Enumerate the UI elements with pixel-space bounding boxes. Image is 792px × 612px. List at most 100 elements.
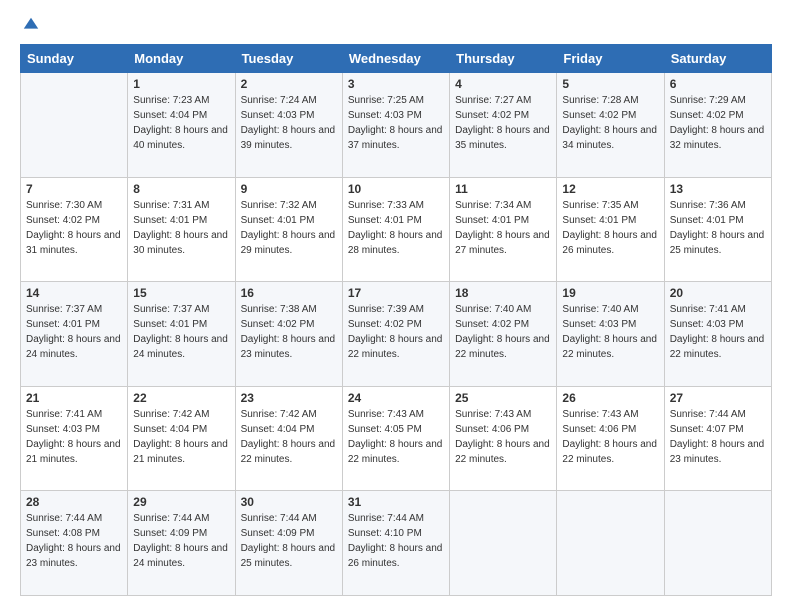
day-info: Sunrise: 7:38 AMSunset: 4:02 PMDaylight:… [241, 302, 337, 362]
day-info: Sunrise: 7:28 AMSunset: 4:02 PMDaylight:… [562, 93, 658, 153]
day-number: 26 [562, 391, 658, 405]
header [20, 16, 772, 34]
calendar-cell: 19 Sunrise: 7:40 AMSunset: 4:03 PMDayligh… [557, 282, 664, 387]
day-number: 23 [241, 391, 337, 405]
day-info: Sunrise: 7:32 AMSunset: 4:01 PMDaylight:… [241, 198, 337, 258]
day-number: 3 [348, 77, 444, 91]
day-number: 25 [455, 391, 551, 405]
day-info: Sunrise: 7:34 AMSunset: 4:01 PMDaylight:… [455, 198, 551, 258]
calendar-cell: 23 Sunrise: 7:42 AMSunset: 4:04 PMDayligh… [235, 386, 342, 491]
calendar-cell: 6 Sunrise: 7:29 AMSunset: 4:02 PMDaylight… [664, 73, 771, 178]
day-number: 30 [241, 495, 337, 509]
day-info: Sunrise: 7:37 AMSunset: 4:01 PMDaylight:… [133, 302, 229, 362]
day-number: 11 [455, 182, 551, 196]
day-info: Sunrise: 7:44 AMSunset: 4:10 PMDaylight:… [348, 511, 444, 571]
header-day-friday: Friday [557, 45, 664, 73]
calendar-cell: 25 Sunrise: 7:43 AMSunset: 4:06 PMDayligh… [450, 386, 557, 491]
day-info: Sunrise: 7:27 AMSunset: 4:02 PMDaylight:… [455, 93, 551, 153]
day-info: Sunrise: 7:40 AMSunset: 4:03 PMDaylight:… [562, 302, 658, 362]
calendar-cell: 27Sunrise: 7:44 AMSunset: 4:07 PMDayligh… [664, 386, 771, 491]
day-info: Sunrise: 7:43 AMSunset: 4:06 PMDaylight:… [562, 407, 658, 467]
calendar-cell [664, 491, 771, 596]
calendar-cell: 12 Sunrise: 7:35 AMSunset: 4:01 PMDayligh… [557, 177, 664, 282]
day-info: Sunrise: 7:25 AMSunset: 4:03 PMDaylight:… [348, 93, 444, 153]
calendar-cell: 7Sunrise: 7:30 AMSunset: 4:02 PMDaylight… [21, 177, 128, 282]
day-number: 16 [241, 286, 337, 300]
day-info: Sunrise: 7:42 AMSunset: 4:04 PMDaylight:… [241, 407, 337, 467]
calendar-cell: 30 Sunrise: 7:44 AMSunset: 4:09 PMDayligh… [235, 491, 342, 596]
calendar-cell: 26 Sunrise: 7:43 AMSunset: 4:06 PMDayligh… [557, 386, 664, 491]
day-number: 18 [455, 286, 551, 300]
day-info: Sunrise: 7:30 AMSunset: 4:02 PMDaylight:… [26, 198, 122, 258]
calendar-cell: 5Sunrise: 7:28 AMSunset: 4:02 PMDaylight… [557, 73, 664, 178]
day-number: 31 [348, 495, 444, 509]
calendar-cell: 2 Sunrise: 7:24 AMSunset: 4:03 PMDaylight… [235, 73, 342, 178]
calendar-cell: 3 Sunrise: 7:25 AMSunset: 4:03 PMDaylight… [342, 73, 449, 178]
calendar-cell: 4 Sunrise: 7:27 AMSunset: 4:02 PMDaylight… [450, 73, 557, 178]
calendar-header-row: SundayMondayTuesdayWednesdayThursdayFrid… [21, 45, 772, 73]
calendar-cell: 16 Sunrise: 7:38 AMSunset: 4:02 PMDayligh… [235, 282, 342, 387]
day-number: 28 [26, 495, 122, 509]
day-info: Sunrise: 7:31 AMSunset: 4:01 PMDaylight:… [133, 198, 229, 258]
calendar-cell: 11 Sunrise: 7:34 AMSunset: 4:01 PMDayligh… [450, 177, 557, 282]
calendar-cell: 22Sunrise: 7:42 AMSunset: 4:04 PMDayligh… [128, 386, 235, 491]
day-info: Sunrise: 7:29 AMSunset: 4:02 PMDaylight:… [670, 93, 766, 153]
logo [20, 16, 40, 34]
day-info: Sunrise: 7:44 AMSunset: 4:09 PMDaylight:… [241, 511, 337, 571]
header-day-monday: Monday [128, 45, 235, 73]
day-number: 6 [670, 77, 766, 91]
day-number: 8 [133, 182, 229, 196]
calendar-cell: 31 Sunrise: 7:44 AMSunset: 4:10 PMDayligh… [342, 491, 449, 596]
calendar-cell [450, 491, 557, 596]
day-number: 14 [26, 286, 122, 300]
calendar-cell: 13Sunrise: 7:36 AMSunset: 4:01 PMDayligh… [664, 177, 771, 282]
day-number: 10 [348, 182, 444, 196]
page: SundayMondayTuesdayWednesdayThursdayFrid… [0, 0, 792, 612]
day-info: Sunrise: 7:37 AMSunset: 4:01 PMDaylight:… [26, 302, 122, 362]
day-info: Sunrise: 7:44 AMSunset: 4:08 PMDaylight:… [26, 511, 122, 571]
day-info: Sunrise: 7:35 AMSunset: 4:01 PMDaylight:… [562, 198, 658, 258]
calendar-week-1: 1 Sunrise: 7:23 AMSunset: 4:04 PMDaylight… [21, 73, 772, 178]
calendar-cell: 14 Sunrise: 7:37 AMSunset: 4:01 PMDayligh… [21, 282, 128, 387]
day-number: 24 [348, 391, 444, 405]
day-info: Sunrise: 7:39 AMSunset: 4:02 PMDaylight:… [348, 302, 444, 362]
calendar-cell [557, 491, 664, 596]
day-info: Sunrise: 7:41 AMSunset: 4:03 PMDaylight:… [26, 407, 122, 467]
day-info: Sunrise: 7:41 AMSunset: 4:03 PMDaylight:… [670, 302, 766, 362]
day-number: 1 [133, 77, 229, 91]
calendar-cell: 21 Sunrise: 7:41 AMSunset: 4:03 PMDayligh… [21, 386, 128, 491]
day-info: Sunrise: 7:40 AMSunset: 4:02 PMDaylight:… [455, 302, 551, 362]
header-day-wednesday: Wednesday [342, 45, 449, 73]
logo-icon [22, 16, 40, 34]
day-info: Sunrise: 7:43 AMSunset: 4:06 PMDaylight:… [455, 407, 551, 467]
calendar-cell: 8 Sunrise: 7:31 AMSunset: 4:01 PMDaylight… [128, 177, 235, 282]
calendar-cell: 10 Sunrise: 7:33 AMSunset: 4:01 PMDayligh… [342, 177, 449, 282]
day-number: 19 [562, 286, 658, 300]
calendar-week-5: 28 Sunrise: 7:44 AMSunset: 4:08 PMDayligh… [21, 491, 772, 596]
day-info: Sunrise: 7:33 AMSunset: 4:01 PMDaylight:… [348, 198, 444, 258]
day-info: Sunrise: 7:24 AMSunset: 4:03 PMDaylight:… [241, 93, 337, 153]
calendar-week-2: 7Sunrise: 7:30 AMSunset: 4:02 PMDaylight… [21, 177, 772, 282]
calendar-cell: 18 Sunrise: 7:40 AMSunset: 4:02 PMDayligh… [450, 282, 557, 387]
calendar-cell [21, 73, 128, 178]
calendar-cell: 17 Sunrise: 7:39 AMSunset: 4:02 PMDayligh… [342, 282, 449, 387]
header-day-tuesday: Tuesday [235, 45, 342, 73]
day-number: 27 [670, 391, 766, 405]
calendar-cell: 28 Sunrise: 7:44 AMSunset: 4:08 PMDayligh… [21, 491, 128, 596]
day-info: Sunrise: 7:43 AMSunset: 4:05 PMDaylight:… [348, 407, 444, 467]
day-number: 4 [455, 77, 551, 91]
day-info: Sunrise: 7:42 AMSunset: 4:04 PMDaylight:… [133, 407, 229, 467]
calendar-cell: 9Sunrise: 7:32 AMSunset: 4:01 PMDaylight… [235, 177, 342, 282]
calendar-cell: 24 Sunrise: 7:43 AMSunset: 4:05 PMDayligh… [342, 386, 449, 491]
calendar-cell: 20 Sunrise: 7:41 AMSunset: 4:03 PMDayligh… [664, 282, 771, 387]
day-number: 20 [670, 286, 766, 300]
day-number: 15 [133, 286, 229, 300]
header-day-saturday: Saturday [664, 45, 771, 73]
day-number: 21 [26, 391, 122, 405]
day-number: 29 [133, 495, 229, 509]
day-number: 2 [241, 77, 337, 91]
day-number: 17 [348, 286, 444, 300]
calendar-cell: 1 Sunrise: 7:23 AMSunset: 4:04 PMDaylight… [128, 73, 235, 178]
day-number: 12 [562, 182, 658, 196]
day-info: Sunrise: 7:23 AMSunset: 4:04 PMDaylight:… [133, 93, 229, 153]
